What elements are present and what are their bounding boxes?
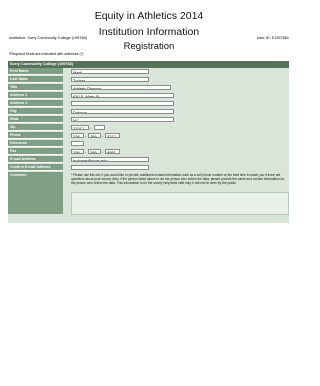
phone-row: Phone* 336 - 386 - 3217 [8, 132, 289, 140]
phone-separator: - [85, 133, 87, 138]
extension-row: Extension [8, 140, 289, 148]
title-row: Title* Athletic Director [8, 84, 289, 92]
first-name-row: First Name* Mark [8, 68, 289, 76]
address1-row: Address 1* 630 S. Main St [8, 92, 289, 100]
fax-line-input[interactable]: 8951 [105, 149, 120, 154]
comment-textarea[interactable] [71, 192, 289, 215]
title-input[interactable]: Athletic Director [71, 85, 171, 90]
comment-row: Comment * Please use this box if you wou… [8, 172, 289, 215]
form-section-header: Surry Community College (199768) [8, 61, 289, 68]
email-input[interactable]: tuckerm@surry.edu [71, 157, 149, 162]
required-note: *Required fields are indicated with aste… [9, 52, 85, 56]
confirm-email-row: Confirm E-mail Address* [8, 164, 289, 172]
address2-row: Address 2 [8, 100, 289, 108]
institution-label: Institution: Surry Community College (19… [9, 36, 87, 40]
required-asterisk: * [17, 85, 19, 89]
phone-line-input[interactable]: 3217 [105, 133, 120, 138]
user-id-label: User ID: E1997681 [256, 36, 289, 40]
fax-row: Fax 336 - 386 - 8951 [8, 148, 289, 156]
phone-label: Phone* [8, 132, 63, 139]
required-asterisk: * [16, 109, 19, 113]
last-name-input[interactable]: Tucker [71, 77, 149, 82]
last-name-row: Last Name* Tucker [8, 76, 289, 84]
required-asterisk: * [20, 133, 23, 137]
city-row: City* Dobson [8, 108, 289, 116]
fax-separator: - [102, 149, 104, 154]
confirm-email-label: Confirm E-mail Address* [8, 164, 63, 171]
required-asterisk: * [28, 69, 30, 73]
required-asterisk: * [28, 77, 30, 81]
required-asterisk: * [36, 157, 38, 161]
page-section-title: Registration [123, 41, 175, 52]
phone-prefix-input[interactable]: 386 [88, 133, 101, 138]
comment-label: Comment [8, 172, 63, 214]
city-label: City* [8, 108, 63, 115]
state-row: State* NC [8, 116, 289, 124]
state-label: State* [8, 116, 63, 123]
city-input[interactable]: Dobson [71, 109, 174, 114]
address2-label: Address 2 [8, 100, 63, 107]
fax-prefix-input[interactable]: 386 [88, 149, 101, 154]
contact-form: Surry Community College (199768) First N… [8, 61, 289, 223]
required-asterisk: * [27, 93, 29, 97]
extension-label: Extension [8, 140, 63, 147]
email-row: E-mail Address* tuckerm@surry.edu [8, 156, 289, 164]
fax-separator: - [85, 149, 87, 154]
zip-input[interactable]: 27017 [71, 125, 89, 130]
address1-input[interactable]: 630 S. Main St [71, 93, 174, 98]
title-label: Title* [8, 84, 63, 91]
email-label: E-mail Address* [8, 156, 63, 163]
required-asterisk: * [50, 165, 53, 169]
fax-area-input[interactable]: 336 [71, 149, 84, 154]
address1-label: Address 1* [8, 92, 63, 99]
zip-label: Zip* [8, 124, 63, 131]
fax-label: Fax [8, 148, 63, 155]
first-name-input[interactable]: Mark [71, 69, 149, 74]
zip-row: Zip* 27017 - [8, 124, 289, 132]
zip-ext-input[interactable] [94, 125, 105, 130]
address2-input[interactable] [71, 101, 174, 106]
state-input[interactable]: NC [71, 117, 174, 122]
confirm-email-input[interactable] [71, 165, 149, 170]
required-asterisk: * [15, 125, 17, 129]
required-asterisk: * [18, 117, 21, 121]
page-title: Equity in Athletics 2014 [94, 10, 204, 22]
phone-area-input[interactable]: 336 [71, 133, 84, 138]
first-name-label: First Name* [8, 68, 63, 75]
extension-input[interactable] [71, 141, 84, 146]
comment-instructions: * Please use this box if you would like … [71, 173, 285, 185]
last-name-label: Last Name* [8, 76, 63, 83]
registration-page: Equity in Athletics 2014 Institution Inf… [0, 0, 298, 386]
zip-separator: - [90, 125, 92, 130]
phone-separator: - [102, 133, 104, 138]
